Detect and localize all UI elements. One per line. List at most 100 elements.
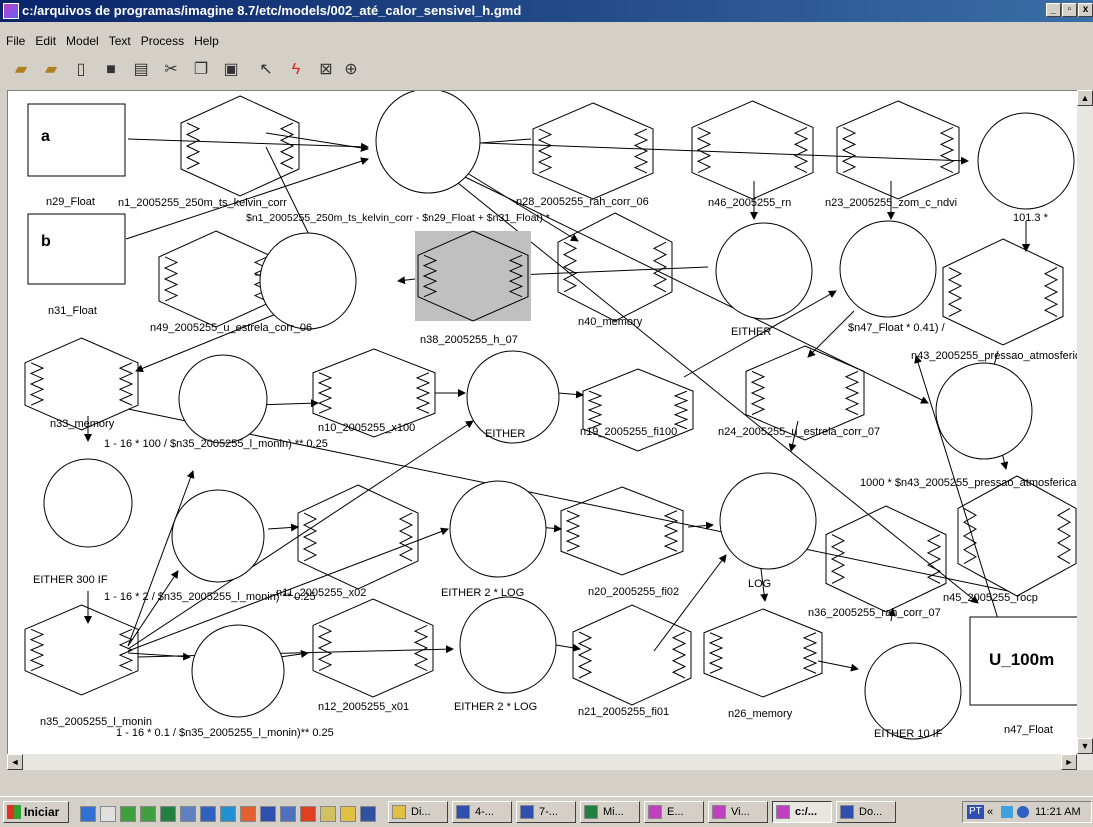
close-button[interactable]: x [1078,3,1093,17]
save-icon[interactable]: ■ [100,59,122,81]
new-icon[interactable]: ▯ [70,59,92,81]
zoom-icon[interactable]: ⊕ [340,59,362,81]
quicklaunch-globe-icon[interactable] [220,806,236,822]
quicklaunch-explorer-icon[interactable] [340,806,356,822]
raster-node-n21[interactable] [572,604,692,706]
menu-file[interactable]: File [2,34,29,48]
update-icon[interactable] [1017,806,1029,818]
label-n19: n19_2005255_fi100 [580,426,677,438]
clock[interactable]: 11:21 AM [1035,802,1081,822]
quicklaunch-app-icon[interactable] [80,806,96,822]
raster-node-n49[interactable] [158,230,274,328]
tray-expand-icon[interactable]: « [987,802,993,822]
function-node-f11[interactable] [449,480,547,578]
raster-node-n43[interactable] [942,238,1064,346]
zoom-fit-icon[interactable]: ⊠ [315,59,337,81]
menu-process[interactable]: Process [137,34,188,48]
label-n45: n45_2005255_rocp [943,592,1038,604]
menu-help[interactable]: Help [190,34,223,48]
raster-node-n45[interactable] [957,475,1077,597]
raster-node-n35[interactable] [24,604,139,696]
function-f10: EITHER 2 * LOG [441,587,524,599]
label-n10: n10_2005255_x100 [318,422,415,434]
cut-icon[interactable]: ✂ [160,59,182,81]
horizontal-scrollbar[interactable]: ◄ ► [7,754,1093,770]
model-canvas[interactable]: a n29_Float b n31_Float U_100m n47_Float… [7,90,1078,755]
raster-node-n26[interactable] [703,608,823,698]
label-n31: n31_Float [48,305,97,317]
raster-node-n23[interactable] [836,100,960,200]
start-button[interactable]: Iniciar [3,801,69,823]
raster-node-n12[interactable] [312,598,434,698]
function-node-f5[interactable] [839,220,937,318]
quicklaunch-excel-icon[interactable] [160,806,176,822]
raster-node-n11[interactable] [297,484,419,590]
paste-icon[interactable]: ▣ [220,59,242,81]
function-node-f3[interactable] [259,232,357,330]
function-node-f15[interactable] [864,642,962,740]
task-do[interactable]: Do... [836,801,896,823]
quicklaunch-ie-icon[interactable] [200,806,216,822]
scroll-left-arrow-icon[interactable]: ◄ [7,754,23,770]
raster-node-n1[interactable] [180,95,300,197]
function-node-f9[interactable] [43,458,133,548]
select-arrow-icon[interactable]: ↖ [255,59,277,81]
input-box-b[interactable]: b [27,213,126,285]
scroll-right-arrow-icon[interactable]: ► [1061,754,1077,770]
app-icon[interactable] [3,3,19,19]
label-n43: n43_2005255_pressao_atmosferic [911,350,1078,362]
function-node-f14[interactable] [459,596,557,694]
network-icon[interactable] [1001,806,1013,818]
function-node-f1[interactable] [375,91,481,194]
function-node-f4[interactable] [715,222,813,320]
quicklaunch-project2-icon[interactable] [140,806,156,822]
minimize-button[interactable]: _ [1046,3,1061,17]
scroll-up-arrow-icon[interactable]: ▲ [1077,90,1093,106]
open-model-icon[interactable]: ▰ [40,59,62,81]
raster-node-n36[interactable] [825,505,947,613]
maximize-button[interactable]: ▫ [1062,3,1077,17]
open-folder-icon[interactable]: ▰ [10,59,32,81]
quicklaunch-notepad-icon[interactable] [100,806,116,822]
function-f14: EITHER 10 IF [874,728,943,740]
language-indicator[interactable]: PT [967,805,984,819]
task-vi[interactable]: Vi... [708,801,768,823]
task-7[interactable]: 7-... [516,801,576,823]
menu-model[interactable]: Model [62,34,103,48]
raster-node-n19[interactable] [582,368,694,452]
function-node-f6[interactable] [178,354,268,444]
quicklaunch-outlook-icon[interactable] [280,806,296,822]
function-node-f10[interactable] [171,489,265,583]
quicklaunch-player-icon[interactable] [360,806,376,822]
task-mi[interactable]: Mi... [580,801,640,823]
function-node-f13[interactable] [191,624,285,718]
quicklaunch-powerpoint-icon[interactable] [240,806,256,822]
raster-node-n28[interactable] [532,102,654,200]
run-lightning-icon[interactable]: ϟ [285,59,307,81]
input-box-a[interactable]: a [27,103,126,177]
copy-icon[interactable]: ❐ [190,59,212,81]
task-di[interactable]: Di... [388,801,448,823]
task-4[interactable]: 4-... [452,801,512,823]
function-f5: EITHER [485,428,525,440]
function-node-f8[interactable] [935,362,1033,460]
print-icon[interactable]: ▤ [130,59,152,81]
quicklaunch-desktop-icon[interactable] [180,806,196,822]
menu-text[interactable]: Text [105,34,135,48]
scroll-down-arrow-icon[interactable]: ▼ [1077,738,1093,754]
raster-node-n40[interactable] [557,212,673,322]
vertical-scrollbar[interactable]: ▲ ▼ [1077,90,1093,754]
quicklaunch-word-icon[interactable] [260,806,276,822]
quicklaunch-project-icon[interactable] [120,806,136,822]
task-active-model[interactable]: c:/... [772,801,832,823]
raster-node-n20[interactable] [560,486,684,576]
raster-node-n46[interactable] [691,100,814,200]
function-node-f2[interactable] [977,112,1075,210]
input-box-u100m[interactable]: U_100m [969,616,1078,706]
quicklaunch-media-icon[interactable] [300,806,316,822]
task-e[interactable]: E... [644,801,704,823]
quicklaunch-folder-icon[interactable] [320,806,336,822]
raster-node-n33[interactable] [24,337,139,431]
function-node-f12[interactable] [719,472,817,570]
menu-edit[interactable]: Edit [31,34,60,48]
